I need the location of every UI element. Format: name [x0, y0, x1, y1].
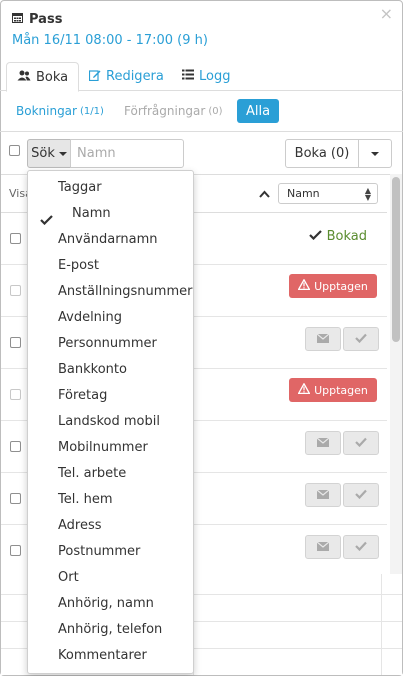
- select-all-checkbox[interactable]: [9, 145, 20, 156]
- dropdown-item-tel-hem[interactable]: Tel. hem: [28, 487, 193, 513]
- filter-bokningar[interactable]: Bokningar (1/1): [16, 99, 104, 123]
- scroll-thumb[interactable]: [392, 177, 400, 342]
- row-checkbox[interactable]: [10, 389, 21, 400]
- send-message-button[interactable]: [305, 327, 341, 351]
- list-scrollbar[interactable]: [390, 174, 402, 574]
- dropdown-item-bankkonto[interactable]: Bankkonto: [28, 357, 193, 383]
- check-icon: [355, 488, 367, 503]
- search-field-dropdown: Taggar Namn Användarnamn E-post Anställn…: [27, 170, 194, 674]
- close-icon[interactable]: ×: [380, 4, 393, 23]
- envelope-icon: [316, 488, 330, 503]
- dropdown-item-taggar[interactable]: Taggar: [28, 175, 193, 201]
- book-button[interactable]: [343, 327, 379, 351]
- send-message-button[interactable]: [305, 535, 341, 559]
- dropdown-item-avdelning[interactable]: Avdelning: [28, 305, 193, 331]
- row-checkbox[interactable]: [10, 285, 21, 296]
- dropdown-item-adress[interactable]: Adress: [28, 513, 193, 539]
- check-icon: [308, 229, 322, 244]
- sort-select[interactable]: Namn ▲ ▼: [278, 183, 378, 204]
- dropdown-item-namn[interactable]: Namn: [28, 201, 193, 227]
- row-checkbox[interactable]: [10, 493, 21, 504]
- dropdown-item-personnummer[interactable]: Personnummer: [28, 331, 193, 357]
- boka-options-button[interactable]: [358, 139, 392, 168]
- title-text: Pass: [29, 12, 63, 27]
- filter-pills: Bokningar (1/1) Förfrågningar (0) Alla: [0, 99, 403, 125]
- tab-bar: Boka Redigera Logg: [0, 62, 403, 92]
- dropdown-item-foretag[interactable]: Företag: [28, 383, 193, 409]
- book-button[interactable]: [343, 431, 379, 455]
- send-message-button[interactable]: [305, 483, 341, 507]
- dropdown-item-postnummer[interactable]: Postnummer: [28, 539, 193, 565]
- send-message-button[interactable]: [305, 431, 341, 455]
- chevron-up-icon[interactable]: [259, 187, 270, 202]
- search-input[interactable]: [70, 139, 184, 168]
- dropdown-item-landskod-mobil[interactable]: Landskod mobil: [28, 409, 193, 435]
- search-mode-button[interactable]: Sök: [27, 139, 71, 168]
- filter-alla[interactable]: Alla: [237, 99, 279, 123]
- dropdown-item-anstallningsnummer[interactable]: Anställningsnummer: [28, 279, 193, 305]
- sort-arrows-icon: ▲ ▼: [364, 186, 371, 202]
- warning-icon: [297, 382, 311, 397]
- row-checkbox[interactable]: [10, 233, 21, 244]
- dropdown-item-anvandarnamn[interactable]: Användarnamn: [28, 227, 193, 253]
- envelope-icon: [316, 540, 330, 555]
- dropdown-item-ort[interactable]: Ort: [28, 565, 193, 591]
- row-checkbox[interactable]: [10, 337, 21, 348]
- check-icon: [355, 332, 367, 347]
- caret-down-icon: [58, 151, 67, 156]
- check-icon: [355, 436, 367, 451]
- filter-forfragningar[interactable]: Förfrågningar (0): [124, 99, 223, 123]
- dropdown-item-anhorig-namn[interactable]: Anhörig, namn: [28, 591, 193, 617]
- tab-redigera[interactable]: Redigera: [79, 62, 174, 91]
- check-icon: [355, 540, 367, 555]
- tab-boka[interactable]: Boka: [6, 62, 80, 92]
- row-checkbox[interactable]: [10, 545, 21, 556]
- dropdown-item-tel-arbete[interactable]: Tel. arbete: [28, 461, 193, 487]
- envelope-icon: [316, 332, 330, 347]
- list-icon: [182, 69, 194, 84]
- envelope-icon: [316, 436, 330, 451]
- dropdown-item-e-post[interactable]: E-post: [28, 253, 193, 279]
- shift-time: Mån 16/11 08:00 - 17:00 (9 h): [12, 33, 208, 48]
- dropdown-item-kommentarer[interactable]: Kommentarer: [28, 643, 193, 669]
- dropdown-item-anhorig-telefon[interactable]: Anhörig, telefon: [28, 617, 193, 643]
- caret-down-icon: [371, 151, 379, 156]
- book-button[interactable]: [343, 535, 379, 559]
- busy-badge: Upptagen: [289, 274, 377, 298]
- busy-badge: Upptagen: [289, 378, 377, 402]
- tab-logg[interactable]: Logg: [172, 62, 240, 91]
- user-group-icon: [17, 70, 31, 85]
- modal-title: Pass: [12, 12, 62, 27]
- calendar-icon: [12, 12, 23, 27]
- row-checkbox[interactable]: [10, 441, 21, 452]
- boka-button[interactable]: Boka (0): [285, 139, 359, 168]
- edit-icon: [88, 69, 101, 85]
- book-button[interactable]: [343, 483, 379, 507]
- status-badge: Bokad: [308, 229, 367, 244]
- warning-icon: [297, 278, 311, 293]
- dropdown-item-mobilnummer[interactable]: Mobilnummer: [28, 435, 193, 461]
- search-toolbar: Sök Boka (0): [0, 131, 403, 173]
